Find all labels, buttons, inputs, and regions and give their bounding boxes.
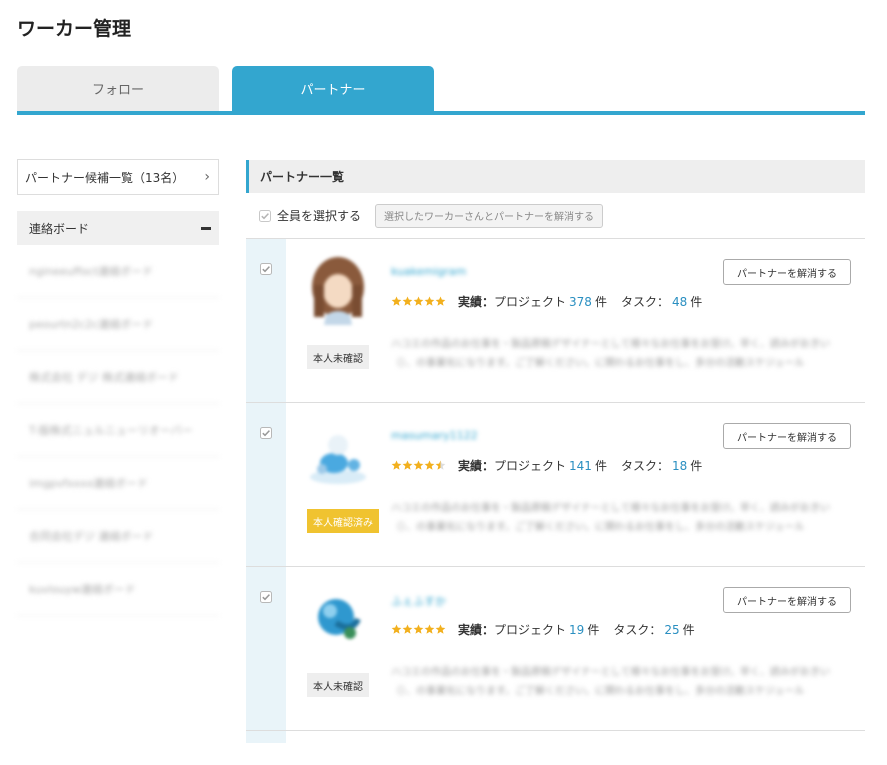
count-unit: 件 [594, 459, 607, 473]
chevron-right-icon: › [204, 169, 210, 185]
tab-partner[interactable]: パートナー [232, 66, 434, 111]
count-unit: 件 [587, 623, 600, 637]
board-item[interactable]: peourtn2c2c連絡ボード [17, 298, 219, 351]
partner-rows: 本人未確認 kuakemigram 実績： プロジェクト 378 件タスク： 48 件ハコエの… [246, 239, 865, 731]
check-square-icon[interactable] [260, 427, 272, 439]
partner-description: ハコエの作品のお仕事を・製品原稿デザイナーとして様々なお仕事をお受け。早く、読み… [391, 667, 830, 697]
board-item[interactable]: kuvlouyw連絡ボード [17, 563, 219, 616]
count-unit: 件 [690, 459, 703, 473]
board-item[interactable]: 株式会社 デジ 株式連絡ボード [17, 351, 219, 404]
star-icon [424, 624, 435, 634]
project-label: プロジェクト [494, 623, 567, 637]
star-icon [391, 624, 402, 634]
partner-username[interactable]: ふぇふすか [391, 593, 446, 609]
rating-stars [391, 624, 446, 635]
board-item[interactable]: ngineeuffoct連絡ボード [17, 245, 219, 298]
task-count: 18 [671, 458, 688, 473]
star-icon [413, 460, 424, 470]
project-label: プロジェクト [494, 295, 567, 309]
partner-description: ハコエの作品のお仕事を・製品原稿デザイナーとして様々なお仕事をお受け。早く、読み… [391, 503, 830, 533]
star-icon [391, 296, 402, 306]
check-square-icon[interactable] [260, 591, 272, 603]
rating-stars [391, 296, 446, 307]
count-unit: 件 [690, 295, 703, 309]
partner-stats: 実績： プロジェクト 378 件タスク： 48 件 [391, 293, 702, 310]
stats-label: 実績： [458, 295, 495, 309]
bulk-action-row: 全員を選択する 選択したワーカーさんとパートナーを解消する [246, 193, 865, 239]
partner-row: 本人未確認 ふぇふすか 実績： プロジェクト 19 件タスク： 25 件ハコエの作品のお仕事を… [246, 567, 865, 731]
partner-description: ハコエの作品のお仕事を・製品原稿デザイナーとして様々なお仕事をお受け。早く、読み… [391, 339, 830, 369]
dissolve-selected-button[interactable]: 選択したワーカーさんとパートナーを解消する [375, 203, 604, 228]
partner-row: 本人未確認 kuakemigram 実績： プロジェクト 378 件タスク： 48 件ハコエの… [246, 239, 865, 403]
task-label: タスク： [613, 623, 662, 637]
select-all-checkbox[interactable]: 全員を選択する [259, 207, 361, 224]
star-icon [435, 460, 446, 470]
row-checkbox-column [246, 403, 286, 566]
tab-bar: フォロー パートナー [17, 66, 865, 116]
partner-list-tail [246, 731, 865, 743]
verification-badge: 本人未確認 [307, 345, 369, 369]
board-section-header[interactable]: 連絡ボード [17, 211, 219, 245]
star-icon [413, 624, 424, 634]
star-icon [435, 296, 446, 306]
project-count: 19 [569, 622, 585, 637]
stats-label: 実績： [458, 459, 495, 473]
project-count: 378 [569, 294, 592, 309]
dissolve-partner-button[interactable]: パートナーを解消する [723, 587, 851, 613]
avatar[interactable] [308, 255, 368, 325]
star-icon [424, 296, 435, 306]
rating-stars [391, 460, 446, 471]
board-item[interactable]: imgpvfxxxx連絡ボード [17, 457, 219, 510]
star-icon [402, 460, 413, 470]
board-item[interactable]: 合同会社デジ 連絡ボード [17, 510, 219, 563]
board-section-title: 連絡ボード [29, 221, 90, 236]
task-count: 48 [671, 294, 688, 309]
partner-stats: 実績： プロジェクト 141 件タスク： 18 件 [391, 457, 702, 474]
count-unit: 件 [594, 295, 607, 309]
row-checkbox-column [246, 567, 286, 730]
dissolve-partner-button[interactable]: パートナーを解消する [723, 259, 851, 285]
count-unit: 件 [682, 623, 695, 637]
star-icon [424, 460, 435, 470]
row-checkbox-column [246, 731, 286, 743]
project-count: 141 [569, 458, 592, 473]
minus-icon[interactable] [201, 226, 211, 230]
page-title: ワーカー管理 [17, 18, 132, 40]
sidebar: パートナー候補一覧（13名） › 連絡ボード ngineeuffoct連絡ボード… [17, 159, 219, 616]
check-square-icon[interactable] [260, 263, 272, 275]
partner-candidates-label: パートナー候補一覧（13名） [25, 170, 185, 185]
task-count: 25 [664, 622, 680, 637]
star-icon [435, 624, 446, 634]
avatar[interactable] [308, 419, 368, 489]
verification-badge: 本人未確認 [307, 673, 369, 697]
section-title: パートナー一覧 [246, 160, 865, 193]
task-label: タスク： [620, 459, 669, 473]
board-item[interactable]: T-版株式ニュルニューリオーバー [17, 404, 219, 457]
stats-label: 実績： [458, 623, 495, 637]
star-icon [413, 296, 424, 306]
partner-list-panel: パートナー一覧 全員を選択する 選択したワーカーさんとパートナーを解消する 本人… [246, 160, 865, 743]
avatar[interactable] [308, 583, 368, 653]
partner-row: 本人確認済み masumary1122 実績： プロジェクト 141 件タスク： 18 件ハコ… [246, 403, 865, 567]
tab-underline [17, 111, 865, 115]
project-label: プロジェクト [494, 459, 567, 473]
board-list: ngineeuffoct連絡ボード peourtn2c2c連絡ボード 株式会社 デジ… [17, 245, 219, 616]
verification-badge: 本人確認済み [307, 509, 379, 533]
row-checkbox-column [246, 239, 286, 402]
dissolve-partner-button[interactable]: パートナーを解消する [723, 423, 851, 449]
partner-username[interactable]: masumary1122 [391, 429, 478, 442]
tab-follow[interactable]: フォロー [17, 66, 219, 111]
task-label: タスク： [620, 295, 669, 309]
partner-candidates-link[interactable]: パートナー候補一覧（13名） › [17, 159, 219, 195]
partner-username[interactable]: kuakemigram [391, 265, 466, 278]
star-icon [402, 296, 413, 306]
select-all-label: 全員を選択する [277, 209, 362, 223]
star-icon [391, 460, 402, 470]
check-square-icon [259, 209, 271, 222]
star-icon [402, 624, 413, 634]
partner-stats: 実績： プロジェクト 19 件タスク： 25 件 [391, 621, 695, 638]
